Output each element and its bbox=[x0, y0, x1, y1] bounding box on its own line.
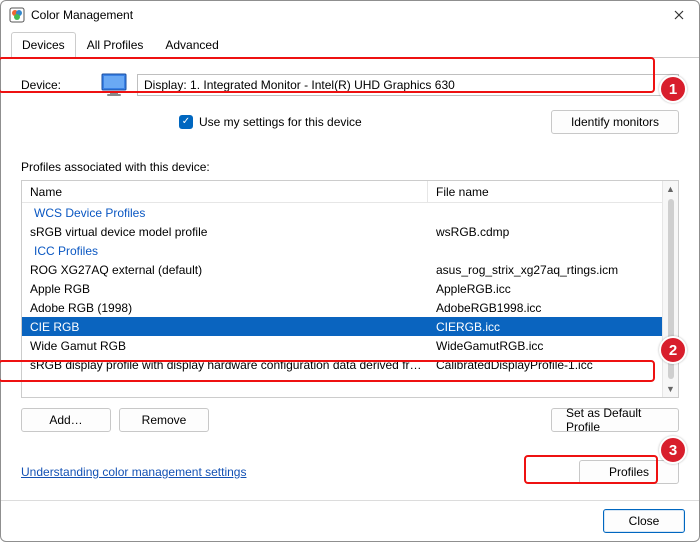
link-row: Understanding color management settings … bbox=[21, 460, 679, 484]
monitor-icon bbox=[99, 71, 129, 99]
dialog-footer: Close bbox=[1, 500, 699, 541]
profile-name: Apple RGB bbox=[22, 282, 428, 296]
chevron-down-icon: ▾ bbox=[668, 80, 673, 91]
color-management-dialog: Color Management Devices All Profiles Ad… bbox=[0, 0, 700, 542]
profile-name: WCS Device Profiles bbox=[22, 206, 428, 220]
column-filename[interactable]: File name bbox=[428, 181, 662, 202]
tab-all-profiles[interactable]: All Profiles bbox=[76, 32, 155, 58]
profile-filename: WideGamutRGB.icc bbox=[428, 339, 662, 353]
profile-name: Wide Gamut RGB bbox=[22, 339, 428, 353]
window-title: Color Management bbox=[31, 8, 133, 22]
device-dropdown[interactable]: Display: 1. Integrated Monitor - Intel(R… bbox=[137, 74, 679, 96]
checkbox-checked-icon: ✓ bbox=[179, 115, 193, 129]
identify-monitors-button[interactable]: Identify monitors bbox=[551, 110, 679, 134]
profile-name: sRGB virtual device model profile bbox=[22, 225, 428, 239]
remove-button[interactable]: Remove bbox=[119, 408, 209, 432]
profiles-button[interactable]: Profiles bbox=[579, 460, 679, 484]
profiles-list: Name File name WCS Device Profiles sRGB v… bbox=[21, 180, 679, 398]
profile-name: CIE RGB bbox=[22, 320, 428, 334]
scrollbar[interactable]: ▲ ▼ bbox=[662, 181, 678, 397]
profile-row[interactable]: sRGB display profile with display hardwa… bbox=[22, 355, 662, 374]
tab-advanced[interactable]: Advanced bbox=[154, 32, 229, 58]
list-actions: Add… Remove Set as Default Profile bbox=[21, 408, 679, 432]
understanding-link[interactable]: Understanding color management settings bbox=[21, 465, 246, 479]
close-button[interactable]: Close bbox=[603, 509, 685, 533]
profiles-section-label: Profiles associated with this device: bbox=[21, 160, 679, 174]
list-header: Name File name bbox=[22, 181, 662, 203]
profile-filename: asus_rog_strix_xg27aq_rtings.icm bbox=[428, 263, 662, 277]
profile-filename: wsRGB.cdmp bbox=[428, 225, 662, 239]
profile-row[interactable]: Apple RGBAppleRGB.icc bbox=[22, 279, 662, 298]
profile-row[interactable]: ROG XG27AQ external (default)asus_rog_st… bbox=[22, 260, 662, 279]
app-icon bbox=[9, 7, 25, 23]
profile-filename: AppleRGB.icc bbox=[428, 282, 662, 296]
profile-row[interactable]: Adobe RGB (1998)AdobeRGB1998.icc bbox=[22, 298, 662, 317]
profile-name: ICC Profiles bbox=[22, 244, 428, 258]
profile-group-header: ICC Profiles bbox=[22, 241, 662, 260]
use-settings-label: Use my settings for this device bbox=[199, 115, 362, 129]
profile-filename: CIERGB.icc bbox=[428, 320, 662, 334]
device-selected: Display: 1. Integrated Monitor - Intel(R… bbox=[144, 78, 455, 92]
add-button[interactable]: Add… bbox=[21, 408, 111, 432]
profile-name: ROG XG27AQ external (default) bbox=[22, 263, 428, 277]
titlebar: Color Management bbox=[1, 1, 699, 29]
use-settings-checkbox[interactable]: ✓ Use my settings for this device bbox=[179, 115, 362, 129]
profile-group-header: WCS Device Profiles bbox=[22, 203, 662, 222]
set-default-button[interactable]: Set as Default Profile bbox=[551, 408, 679, 432]
profile-name: Adobe RGB (1998) bbox=[22, 301, 428, 315]
device-row: Device: Display: 1. Integrated Monitor -… bbox=[21, 68, 679, 102]
device-label: Device: bbox=[21, 78, 91, 92]
settings-row: ✓ Use my settings for this device Identi… bbox=[21, 110, 679, 134]
profile-filename: CalibratedDisplayProfile-1.icc bbox=[428, 358, 662, 372]
scroll-up-icon[interactable]: ▲ bbox=[663, 181, 678, 197]
tab-content: Device: Display: 1. Integrated Monitor -… bbox=[1, 58, 699, 500]
profile-filename: AdobeRGB1998.icc bbox=[428, 301, 662, 315]
tab-devices[interactable]: Devices bbox=[11, 32, 76, 58]
scroll-thumb[interactable] bbox=[668, 199, 674, 379]
profile-name: sRGB display profile with display hardwa… bbox=[22, 358, 428, 372]
column-name[interactable]: Name bbox=[22, 181, 428, 202]
profile-row[interactable]: sRGB virtual device model profilewsRGB.c… bbox=[22, 222, 662, 241]
profile-row[interactable]: Wide Gamut RGBWideGamutRGB.icc bbox=[22, 336, 662, 355]
profile-row[interactable]: CIE RGBCIERGB.icc bbox=[22, 317, 662, 336]
tab-strip: Devices All Profiles Advanced bbox=[1, 31, 699, 58]
close-icon[interactable] bbox=[669, 5, 689, 25]
scroll-down-icon[interactable]: ▼ bbox=[663, 381, 678, 397]
